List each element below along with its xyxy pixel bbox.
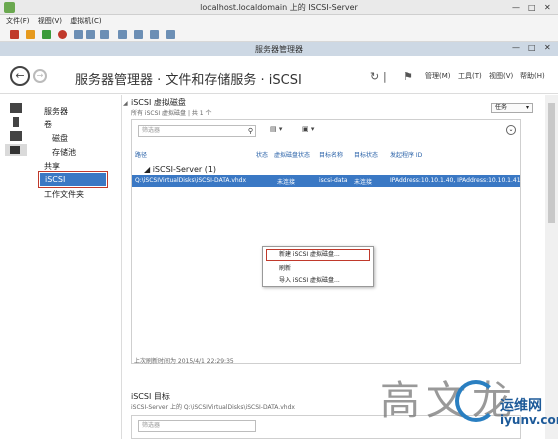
- filter-placeholder: 筛选器: [142, 127, 161, 134]
- vdisk-section-subtitle: 所有 iSCSI 虚拟磁盘 | 共 1 个: [131, 110, 212, 117]
- vm-menu-bar: 文件(F) 视图(V) 虚拟机(C): [0, 15, 558, 27]
- reset-icon[interactable]: [58, 30, 67, 39]
- target-section-subtitle: iSCSI-Server 上的 Q:\iSCSIVirtualDisks\iSC…: [131, 404, 295, 411]
- search-icon[interactable]: ⚲: [248, 126, 253, 136]
- watermark-logo-icon: [455, 380, 497, 422]
- vm-menu-vm[interactable]: 虚拟机(C): [70, 15, 101, 27]
- col-vdisk-status[interactable]: 虚拟磁盘状态: [274, 150, 310, 159]
- file-storage-icon[interactable]: [5, 144, 27, 156]
- dashboard-icon[interactable]: [10, 103, 22, 113]
- separator-icon: |: [383, 70, 387, 83]
- vm-menu-view[interactable]: 视图(V): [38, 15, 62, 27]
- menu-help[interactable]: 帮助(H): [520, 71, 545, 81]
- cell-vdisk-status: 未连接: [277, 179, 296, 186]
- target-filter-placeholder: 筛选器: [142, 422, 161, 429]
- cell-path: Q:\iSCSIVirtualDisks\iSCSI-DATA.vhdx: [135, 177, 247, 184]
- cell-target-name: iscsi-data: [319, 177, 348, 184]
- column-headers: 路径 状态 虚拟磁盘状态 目标名称 目标状态 发起程序 ID: [132, 150, 520, 160]
- notification-flag-icon[interactable]: ⚑: [403, 70, 413, 83]
- context-menu: 新建 iSCSI 虚拟磁盘... 刷新 导入 iSCSI 虚拟磁盘...: [262, 246, 374, 287]
- menu-item-refresh[interactable]: 刷新: [279, 263, 291, 272]
- group-header[interactable]: ◢ iSCSI-Server (1): [144, 165, 216, 174]
- revert-icon[interactable]: [86, 30, 95, 39]
- vm-close-button[interactable]: ✕: [544, 3, 551, 12]
- vertical-scrollbar[interactable]: [545, 95, 558, 439]
- sidebar-item-disks[interactable]: 磁盘: [52, 133, 68, 144]
- forward-button[interactable]: →: [33, 69, 47, 83]
- server-manager-title: 服务器管理器: [255, 45, 303, 54]
- sm-maximize-button[interactable]: □: [528, 43, 536, 52]
- collapse-section-icon[interactable]: ◢: [123, 100, 128, 107]
- left-rail: [0, 95, 32, 439]
- col-target-name[interactable]: 目标名称: [319, 150, 343, 159]
- target-section-title: iSCSI 目标: [131, 392, 170, 401]
- enhanced-icon[interactable]: [150, 30, 159, 39]
- sm-close-button[interactable]: ✕: [544, 43, 551, 52]
- tasks-label: 任务: [495, 104, 508, 111]
- table-row[interactable]: Q:\iSCSIVirtualDisks\iSCSI-DATA.vhdx 未连接…: [132, 175, 521, 187]
- group-collapse-icon[interactable]: ◢: [144, 165, 153, 174]
- sidebar-item-storage-pools[interactable]: 存储池: [52, 147, 76, 158]
- tasks-dropdown[interactable]: 任务 ▾: [491, 103, 533, 113]
- menu-item-import-vdisk[interactable]: 导入 iSCSI 虚拟磁盘...: [279, 275, 340, 284]
- vm-window-title: localhost.localdomain 上的 ISCSI-Server: [200, 3, 358, 12]
- network-icon[interactable]: [166, 30, 175, 39]
- list-options-icon[interactable]: ▤ ▾: [270, 125, 282, 133]
- target-filter-input[interactable]: 筛选器: [138, 420, 256, 432]
- scrollbar-thumb[interactable]: [548, 103, 555, 223]
- sidebar-item-servers[interactable]: 服务器: [44, 106, 68, 117]
- chevron-down-icon: ▾: [525, 104, 529, 111]
- last-refreshed-text: 上次刷新时间为 2015/4/1 22:29:35: [134, 358, 234, 365]
- stop-icon[interactable]: [10, 30, 19, 39]
- clipboard-icon[interactable]: [118, 30, 127, 39]
- vm-maximize-button[interactable]: □: [528, 3, 536, 12]
- watermark-brand: 运维网: [500, 398, 542, 414]
- sidebar-item-iscsi[interactable]: iSCSI: [38, 171, 108, 188]
- group-label: iSCSI-Server (1): [152, 165, 217, 174]
- sm-minimize-button[interactable]: —: [512, 43, 520, 52]
- snapshot-icon[interactable]: [74, 30, 83, 39]
- vdisk-section-title: iSCSI 虚拟磁盘: [131, 98, 186, 107]
- vm-toolbar: [0, 27, 558, 42]
- settings-icon[interactable]: [100, 30, 109, 39]
- refresh-icon[interactable]: ↻: [370, 70, 379, 83]
- vm-minimize-button[interactable]: —: [512, 3, 520, 12]
- vm-title-bar: localhost.localdomain 上的 ISCSI-Server — …: [0, 0, 558, 15]
- local-server-icon[interactable]: [13, 117, 19, 127]
- sidebar-item-volumes[interactable]: 卷: [44, 119, 52, 130]
- header-nav: ← → 服务器管理器 · 文件和存储服务 · iSCSI ↻ | ⚑ 管理(M)…: [0, 56, 558, 94]
- all-servers-icon[interactable]: [10, 131, 22, 141]
- watermark-text: 高文龙: [380, 378, 518, 424]
- expand-collapse-icon[interactable]: ⌄: [506, 125, 516, 135]
- menu-view[interactable]: 视图(V): [489, 71, 513, 81]
- group-options-icon[interactable]: ▣ ▾: [302, 125, 314, 133]
- breadcrumb: 服务器管理器 · 文件和存储服务 · iSCSI: [75, 73, 302, 88]
- server-manager-title-bar: 服务器管理器 — □ ✕: [0, 42, 558, 56]
- share-icon[interactable]: [134, 30, 143, 39]
- menu-item-new-vdisk[interactable]: 新建 iSCSI 虚拟磁盘...: [266, 249, 370, 261]
- left-nav: 服务器 卷 磁盘 存储池 共享 iSCSI 工作文件夹: [32, 95, 122, 439]
- vm-menu-file[interactable]: 文件(F): [6, 15, 30, 27]
- col-target-status[interactable]: 目标状态: [354, 150, 378, 159]
- watermark-url: iyunv.com: [500, 413, 558, 427]
- menu-manage[interactable]: 管理(M): [425, 71, 451, 81]
- back-button[interactable]: ←: [10, 66, 30, 86]
- pause-icon[interactable]: [26, 30, 35, 39]
- cell-initiator: IPAddress:10.10.1.40, IPAddress:10.10.1.…: [390, 177, 521, 184]
- play-icon[interactable]: [42, 30, 51, 39]
- cell-target-status: 未连接: [354, 179, 373, 186]
- col-path[interactable]: 路径: [135, 150, 147, 159]
- col-initiator-id[interactable]: 发起程序 ID: [390, 150, 422, 159]
- menu-tools[interactable]: 工具(T): [458, 71, 482, 81]
- sidebar-item-shares[interactable]: 共享: [44, 161, 60, 172]
- vdisk-panel: 筛选器 ⚲ ▤ ▾ ▣ ▾ ⌄ 路径 状态 虚拟磁盘状态 目标名称 目标状态 发…: [131, 119, 521, 365]
- sidebar-item-work-folders[interactable]: 工作文件夹: [44, 189, 84, 200]
- filter-input[interactable]: 筛选器 ⚲: [138, 125, 256, 137]
- col-status[interactable]: 状态: [256, 150, 268, 159]
